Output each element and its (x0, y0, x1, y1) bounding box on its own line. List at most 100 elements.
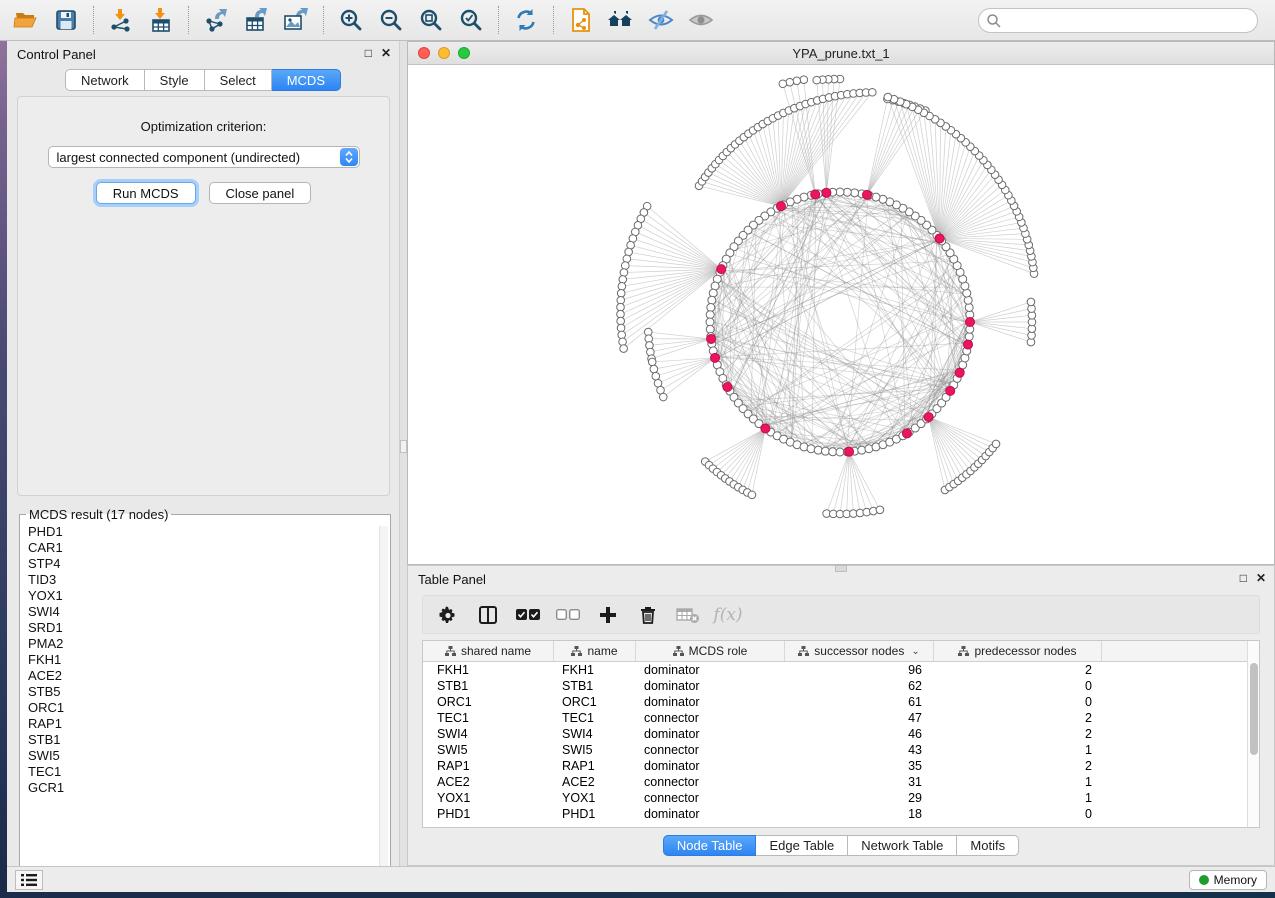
create-column-button[interactable] (593, 600, 623, 630)
columns-icon (478, 605, 498, 625)
delete-columns-button[interactable] (633, 600, 663, 630)
close-panel-icon[interactable]: ✕ (1256, 571, 1266, 585)
mcds-result-item[interactable]: SRD1 (28, 620, 390, 636)
mcds-result-item[interactable]: CAR1 (28, 540, 390, 556)
toolbar-separator (188, 6, 189, 34)
cell-mcds_role: dominator (636, 679, 785, 693)
float-panel-icon[interactable]: □ (365, 46, 372, 60)
search-field[interactable] (978, 8, 1258, 33)
close-panel-icon[interactable]: ✕ (381, 46, 391, 60)
network-graph[interactable] (408, 65, 1274, 564)
cell-predecessor_nodes: 1 (934, 791, 1102, 805)
status-bar: Memory (7, 866, 1275, 892)
result-scrollbar[interactable] (379, 526, 388, 874)
table-scrollbar[interactable] (1247, 641, 1259, 827)
cell-predecessor_nodes: 2 (934, 663, 1102, 677)
table-row[interactable]: SWI5SWI5connector431 (423, 742, 1259, 758)
mcds-result-item[interactable]: YOX1 (28, 588, 390, 604)
export-network-button[interactable] (198, 4, 234, 36)
eye-icon (687, 8, 715, 32)
mcds-result-item[interactable]: SWI5 (28, 748, 390, 764)
houses-icon (606, 8, 636, 32)
table-row[interactable]: ACE2ACE2connector311 (423, 774, 1259, 790)
mcds-result-item[interactable]: ORC1 (28, 700, 390, 716)
table-settings-button[interactable] (433, 600, 463, 630)
tab-network[interactable]: Network (65, 69, 145, 91)
table-scrollbar-thumb[interactable] (1250, 663, 1258, 755)
table-row[interactable]: TEC1TEC1connector472 (423, 710, 1259, 726)
import-table-button[interactable] (143, 4, 179, 36)
cell-shared_name: TEC1 (423, 711, 554, 725)
attribute-tree-icon (673, 646, 684, 656)
table-row[interactable]: ORC1ORC1dominator610 (423, 694, 1259, 710)
divider-handle[interactable] (400, 440, 407, 453)
mcds-result-item[interactable]: RAP1 (28, 716, 390, 732)
select-all-button[interactable] (513, 600, 543, 630)
close-panel-button[interactable]: Close panel (209, 182, 312, 204)
new-network-from-selection-button[interactable] (563, 4, 599, 36)
table-row[interactable]: YOX1YOX1connector291 (423, 790, 1259, 806)
mcds-result-item[interactable]: TEC1 (28, 764, 390, 780)
table-row[interactable]: PHD1PHD1dominator180 (423, 806, 1259, 822)
deselect-all-button[interactable] (553, 600, 583, 630)
show-graphics-details-button[interactable] (683, 4, 719, 36)
column-header-shared-name[interactable]: shared name (423, 641, 554, 661)
tab-edge-table[interactable]: Edge Table (756, 835, 848, 856)
column-header-name[interactable]: name (554, 641, 636, 661)
optimization-select[interactable]: largest connected component (undirected) (48, 146, 360, 168)
tab-motifs[interactable]: Motifs (957, 835, 1019, 856)
cell-successor_nodes: 62 (785, 679, 934, 693)
cell-mcds_role: dominator (636, 807, 785, 821)
export-image-button[interactable] (278, 4, 314, 36)
mcds-result-item[interactable]: TID3 (28, 572, 390, 588)
delete-table-icon (676, 606, 700, 624)
table-row[interactable]: RAP1RAP1dominator352 (423, 758, 1259, 774)
zoom-in-button[interactable] (333, 4, 369, 36)
mcds-result-item[interactable]: SWI4 (28, 604, 390, 620)
table-row[interactable]: STB1STB1dominator620 (423, 678, 1259, 694)
zoom-fit-button[interactable] (413, 4, 449, 36)
import-network-button[interactable] (103, 4, 139, 36)
tab-mcds[interactable]: MCDS (272, 69, 341, 91)
cell-mcds_role: connector (636, 791, 785, 805)
mcds-result-item[interactable]: GCR1 (28, 780, 390, 796)
cell-name: ACE2 (554, 775, 636, 789)
tab-style[interactable]: Style (145, 69, 205, 91)
cell-mcds_role: connector (636, 711, 785, 725)
mcds-result-item[interactable]: STB1 (28, 732, 390, 748)
zoom-selected-button[interactable] (453, 4, 489, 36)
apply-layout-button[interactable] (508, 4, 544, 36)
hide-graphics-details-button[interactable] (643, 4, 679, 36)
cell-predecessor_nodes: 1 (934, 743, 1102, 757)
show-columns-button[interactable] (473, 600, 503, 630)
table-row[interactable]: SWI4SWI4dominator462 (423, 726, 1259, 742)
column-header-successor-nodes[interactable]: successor nodes⌄ (785, 641, 934, 661)
tab-network-table[interactable]: Network Table (848, 835, 957, 856)
cell-shared_name: PHD1 (423, 807, 554, 821)
memory-button[interactable]: Memory (1189, 870, 1267, 890)
save-session-button[interactable] (48, 4, 84, 36)
gear-icon (438, 605, 458, 625)
column-header-MCDS-role[interactable]: MCDS role (636, 641, 785, 661)
mcds-result-item[interactable]: PHD1 (28, 524, 390, 540)
mcds-result-item[interactable]: FKH1 (28, 652, 390, 668)
search-input[interactable] (1006, 11, 1257, 31)
mcds-result-box: MCDS result (17 nodes) PHD1CAR1STP4TID3Y… (19, 507, 391, 879)
cell-successor_nodes: 29 (785, 791, 934, 805)
export-table-button[interactable] (238, 4, 274, 36)
tab-select[interactable]: Select (205, 69, 272, 91)
mcds-result-item[interactable]: STP4 (28, 556, 390, 572)
houses-button[interactable] (603, 4, 639, 36)
memory-label: Memory (1214, 873, 1257, 887)
open-session-button[interactable] (8, 4, 44, 36)
mcds-result-item[interactable]: PMA2 (28, 636, 390, 652)
task-history-button[interactable] (15, 870, 43, 890)
zoom-out-button[interactable] (373, 4, 409, 36)
tab-node-table[interactable]: Node Table (663, 835, 757, 856)
mcds-result-item[interactable]: STB5 (28, 684, 390, 700)
mcds-result-item[interactable]: ACE2 (28, 668, 390, 684)
run-mcds-button[interactable]: Run MCDS (96, 182, 196, 204)
table-row[interactable]: FKH1FKH1dominator962 (423, 662, 1259, 678)
float-panel-icon[interactable]: □ (1240, 571, 1247, 585)
column-header-predecessor-nodes[interactable]: predecessor nodes (934, 641, 1102, 661)
